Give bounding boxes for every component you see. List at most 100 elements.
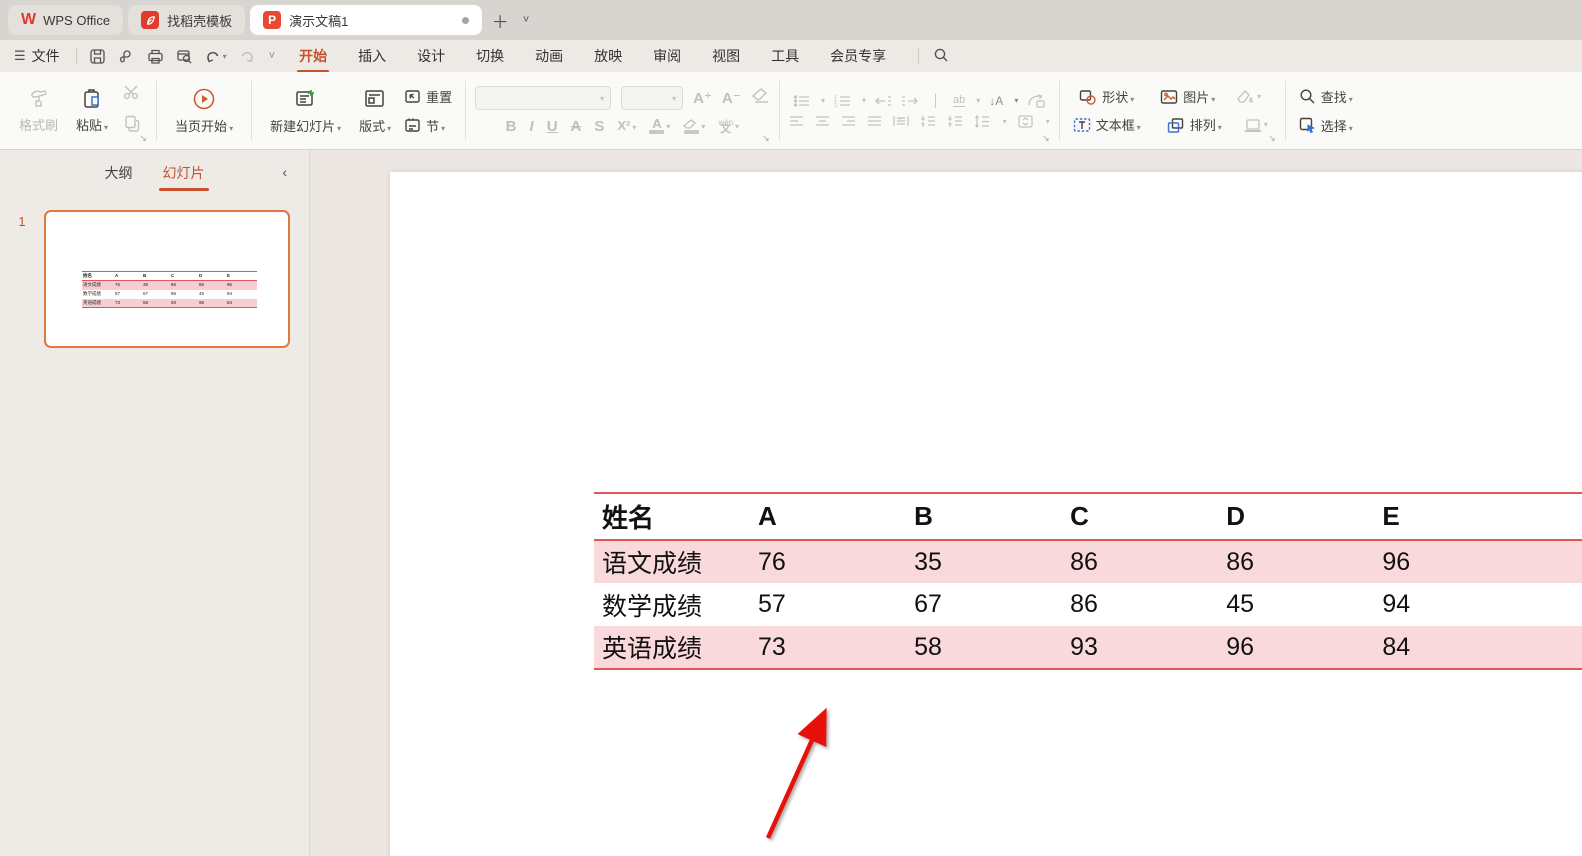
select-icon	[1299, 117, 1316, 133]
value-cell[interactable]: 86	[1062, 540, 1218, 583]
paste-label: 粘贴	[76, 118, 102, 133]
textbox-button[interactable]: 文本框▾	[1069, 114, 1145, 135]
menu-home[interactable]: 开始	[297, 40, 329, 72]
tab-outline[interactable]: 大纲	[103, 155, 135, 191]
header-cell[interactable]: D	[1218, 493, 1374, 540]
drawing-dialog-launcher-icon[interactable]: ↘	[1268, 133, 1276, 144]
ribbon-toolbar: 格式刷 粘贴▾ ↘ 当页开始▾ 新建幻灯片▾	[0, 72, 1582, 150]
file-menu-button[interactable]: ☰ 文件	[12, 46, 68, 66]
print-preview-icon[interactable]	[176, 48, 193, 65]
clipboard-dialog-launcher-icon[interactable]: ↘	[140, 133, 148, 144]
divider	[156, 81, 157, 140]
export-pdf-icon[interactable]	[118, 48, 135, 65]
bold-button: B	[506, 118, 517, 135]
play-from-current-label: 当页开始	[175, 119, 227, 134]
qat-customize-chevron-icon[interactable]: ˅	[269, 50, 275, 62]
header-cell[interactable]: C	[1062, 493, 1218, 540]
value-cell[interactable]: 35	[906, 540, 1062, 583]
header-cell[interactable]: 姓名	[594, 493, 750, 540]
paragraph-dialog-launcher-icon[interactable]: ↘	[1042, 133, 1050, 144]
value-cell[interactable]: 93	[1062, 626, 1218, 669]
value-cell[interactable]: 86	[1062, 583, 1218, 626]
menu-transitions[interactable]: 切换	[474, 40, 506, 72]
menu-tools[interactable]: 工具	[769, 40, 801, 72]
section-button[interactable]: 节▾	[400, 115, 456, 136]
value-cell[interactable]: 94	[1374, 583, 1582, 626]
reset-label: 重置	[426, 87, 452, 106]
row-label-cell[interactable]: 英语成绩	[594, 626, 750, 669]
value-cell[interactable]: 76	[750, 540, 906, 583]
menu-view[interactable]: 视图	[710, 40, 742, 72]
value-cell[interactable]: 57	[750, 583, 906, 626]
row-label-cell[interactable]: 数学成绩	[594, 583, 750, 626]
menu-review[interactable]: 审阅	[651, 40, 683, 72]
main-menu: 开始 插入 设计 切换 动画 放映 审阅 视图 工具 会员专享	[297, 40, 888, 72]
value-cell[interactable]: 45	[1218, 583, 1374, 626]
divider	[76, 48, 77, 64]
new-slide-button[interactable]: 新建幻灯片▾	[261, 85, 350, 137]
collapse-panel-chevron-icon[interactable]: ‹	[282, 164, 287, 180]
header-cell[interactable]: A	[750, 493, 906, 540]
clipboard-group: 格式刷 粘贴▾ ↘	[8, 77, 149, 144]
font-dialog-launcher-icon[interactable]: ↘	[762, 133, 770, 144]
editing-group: 查找▾ 选择▾	[1293, 77, 1359, 144]
slides-group: 新建幻灯片▾ 版式▾ 重置 节▾	[259, 77, 458, 144]
value-cell[interactable]: 96	[1374, 540, 1582, 583]
align-center-icon	[815, 115, 830, 127]
wps-logo-icon: W	[21, 11, 35, 29]
shape-fill-icon	[1237, 89, 1255, 104]
paste-button[interactable]: 粘贴▾	[67, 86, 117, 136]
menu-animations[interactable]: 动画	[533, 40, 565, 72]
text-shadow-button: S	[594, 118, 604, 135]
slide-canvas[interactable]: 姓名 A B C D E 语文成绩 76 35 86 86 96 数学成绩	[390, 172, 1582, 856]
value-cell[interactable]: 84	[1374, 626, 1582, 669]
search-icon[interactable]	[933, 47, 949, 66]
copy-icon	[123, 115, 141, 137]
select-label: 选择	[1321, 119, 1347, 134]
value-cell[interactable]: 86	[1218, 540, 1374, 583]
hamburger-icon: ☰	[14, 48, 26, 64]
new-tab-button[interactable]: ＋	[487, 7, 513, 33]
value-cell[interactable]: 96	[1218, 626, 1374, 669]
menu-member[interactable]: 会员专享	[828, 40, 888, 72]
table-row: 英语成绩 73 58 93 96 84	[594, 626, 1582, 669]
font-size-select[interactable]: ▾	[621, 86, 683, 110]
header-cell[interactable]: E	[1374, 493, 1582, 540]
tab-document-active[interactable]: P 演示文稿1	[250, 5, 482, 35]
menu-slideshow[interactable]: 放映	[592, 40, 624, 72]
value-cell[interactable]: 73	[750, 626, 906, 669]
select-button[interactable]: 选择▾	[1295, 115, 1357, 136]
arrange-button[interactable]: 排列▾	[1163, 114, 1226, 135]
row-label-cell[interactable]: 语文成绩	[594, 540, 750, 583]
play-from-current-button[interactable]: 当页开始▾	[166, 85, 242, 137]
row-spacing-icon	[947, 115, 963, 128]
find-button[interactable]: 查找▾	[1295, 86, 1357, 107]
divider	[1059, 81, 1060, 140]
picture-button[interactable]: 图片▾	[1156, 86, 1219, 107]
reset-button[interactable]: 重置	[400, 86, 456, 107]
shapes-button[interactable]: 形状▾	[1075, 86, 1138, 107]
menu-insert[interactable]: 插入	[356, 40, 388, 72]
tab-list-chevron-icon[interactable]: ˅	[513, 7, 539, 33]
value-cell[interactable]: 58	[906, 626, 1062, 669]
tab-wps-office[interactable]: W WPS Office	[8, 5, 123, 35]
slide-thumbnail[interactable]: 姓名 A B C D E 语文成绩7635868696 数学成绩57678645…	[44, 210, 290, 348]
tab-docer-templates[interactable]: 找稻壳模板	[128, 5, 245, 35]
save-icon[interactable]	[89, 48, 106, 65]
slide-thumbnail-entry[interactable]: 1 姓名 A B C D E 语文成绩7635868696 数学成	[0, 210, 309, 348]
undo-button[interactable]: ▾	[205, 49, 227, 64]
font-name-select[interactable]: ▾	[475, 86, 611, 110]
print-icon[interactable]	[147, 48, 164, 65]
undo-caret-icon: ▾	[223, 52, 227, 61]
value-cell[interactable]: 67	[906, 583, 1062, 626]
menu-design[interactable]: 设计	[415, 40, 447, 72]
section-label: 节	[426, 119, 439, 134]
red-arrow-annotation[interactable]	[756, 700, 856, 850]
slide-number: 1	[0, 210, 44, 348]
layout-button[interactable]: 版式▾	[350, 85, 400, 137]
cut-icon	[123, 84, 141, 105]
new-slide-icon	[294, 87, 318, 111]
scores-table[interactable]: 姓名 A B C D E 语文成绩 76 35 86 86 96 数学成绩	[594, 492, 1582, 670]
tab-slides[interactable]: 幻灯片	[161, 155, 207, 191]
header-cell[interactable]: B	[906, 493, 1062, 540]
